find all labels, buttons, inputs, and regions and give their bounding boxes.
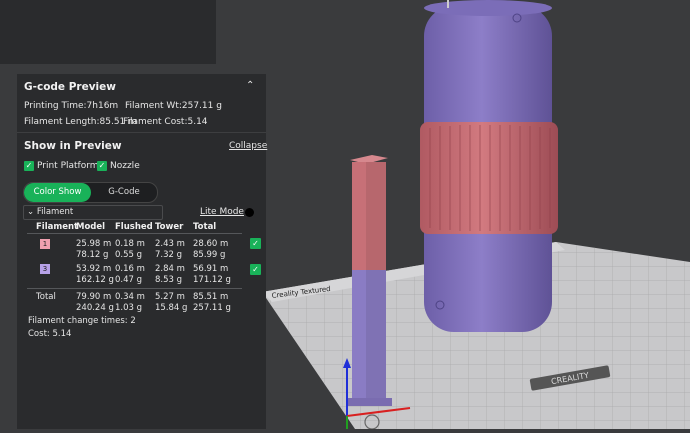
table-cell: 25.98 m [76, 239, 112, 249]
table-cell: 2.43 m [155, 239, 185, 249]
lite-mode-toggle[interactable] [245, 208, 254, 217]
table-cell: 8.53 g [155, 275, 183, 285]
table-cell: 2.84 m [155, 264, 185, 274]
gcode-preview-panel: G-code Preview ⌃ Printing Time:7h16m Fil… [17, 74, 267, 429]
show-in-preview-title: Show in Preview [24, 140, 122, 152]
filament-3-swatch: 3 [40, 264, 50, 274]
table-header-line [27, 233, 242, 234]
table-cell: 240.24 g [76, 303, 114, 313]
mode-toggle: Color Show G-Code [23, 182, 158, 203]
table-cell: 7.32 g [155, 250, 183, 260]
table-cell: 0.47 g [115, 275, 143, 285]
table-cell: 5.27 m [155, 292, 185, 302]
table-cell: 78.12 g [76, 250, 109, 260]
filament-length: Filament Length:85.51 m [24, 117, 137, 127]
total-label: Total [36, 292, 56, 302]
filament-1-swatch: 1 [40, 239, 50, 249]
total-cost: Cost: 5.14 [28, 329, 72, 339]
table-cell: 85.51 m [193, 292, 229, 302]
filament-3-visibility-checkbox[interactable]: ✓ [250, 264, 261, 275]
filament-weight: Filament Wt:257.11 g [125, 101, 222, 111]
collapse-link[interactable]: Collapse [229, 141, 267, 151]
filament-dropdown-value: Filament [36, 207, 74, 217]
table-cell: 162.12 g [76, 275, 114, 285]
table-cell: 1.03 g [115, 303, 143, 313]
filament-dropdown[interactable]: ⌄ Filament [23, 205, 163, 220]
col-header-flushed: Flushed [115, 222, 153, 232]
prime-tower[interactable] [348, 155, 392, 406]
table-cell: 257.11 g [193, 303, 231, 313]
filament-cost: Filament Cost:5.14 [123, 117, 208, 127]
table-cell: 0.34 m [115, 292, 145, 302]
col-header-tower: Tower [155, 222, 184, 232]
cylinder-model[interactable] [420, 0, 558, 332]
lite-mode-link[interactable]: Lite Mode [200, 207, 244, 217]
table-cell: 79.90 m [76, 292, 112, 302]
table-total-line [27, 288, 242, 289]
panel-title: G-code Preview [24, 81, 116, 93]
divider [17, 132, 266, 133]
table-cell: 0.16 m [115, 264, 145, 274]
col-header-total: Total [193, 222, 217, 232]
top-left-toolbar-area [0, 0, 216, 64]
table-cell: 85.99 g [193, 250, 226, 260]
print-platform-label: Print Platform [37, 161, 99, 171]
print-platform-checkbox[interactable]: ✓ [24, 161, 34, 171]
table-cell: 0.55 g [115, 250, 143, 260]
gcode-tab[interactable]: G-Code [91, 183, 157, 202]
col-header-model: Model [76, 222, 106, 232]
filament-1-visibility-checkbox[interactable]: ✓ [250, 238, 261, 249]
printing-time: Printing Time:7h16m [24, 101, 119, 111]
chevron-down-icon: ⌄ [27, 207, 35, 217]
table-cell: 28.60 m [193, 239, 229, 249]
table-cell: 0.18 m [115, 239, 145, 249]
nozzle-label: Nozzle [110, 161, 140, 171]
table-cell: 171.12 g [193, 275, 231, 285]
double-chevron-up-icon[interactable]: ⌃ [246, 80, 254, 91]
color-show-tab[interactable]: Color Show [24, 183, 91, 202]
col-header-filament: Filament [36, 222, 79, 232]
table-cell: 53.92 m [76, 264, 112, 274]
filament-change-times: Filament change times: 2 [28, 316, 136, 326]
table-cell: 15.84 g [155, 303, 188, 313]
nozzle-checkbox[interactable]: ✓ [97, 161, 107, 171]
table-cell: 56.91 m [193, 264, 229, 274]
